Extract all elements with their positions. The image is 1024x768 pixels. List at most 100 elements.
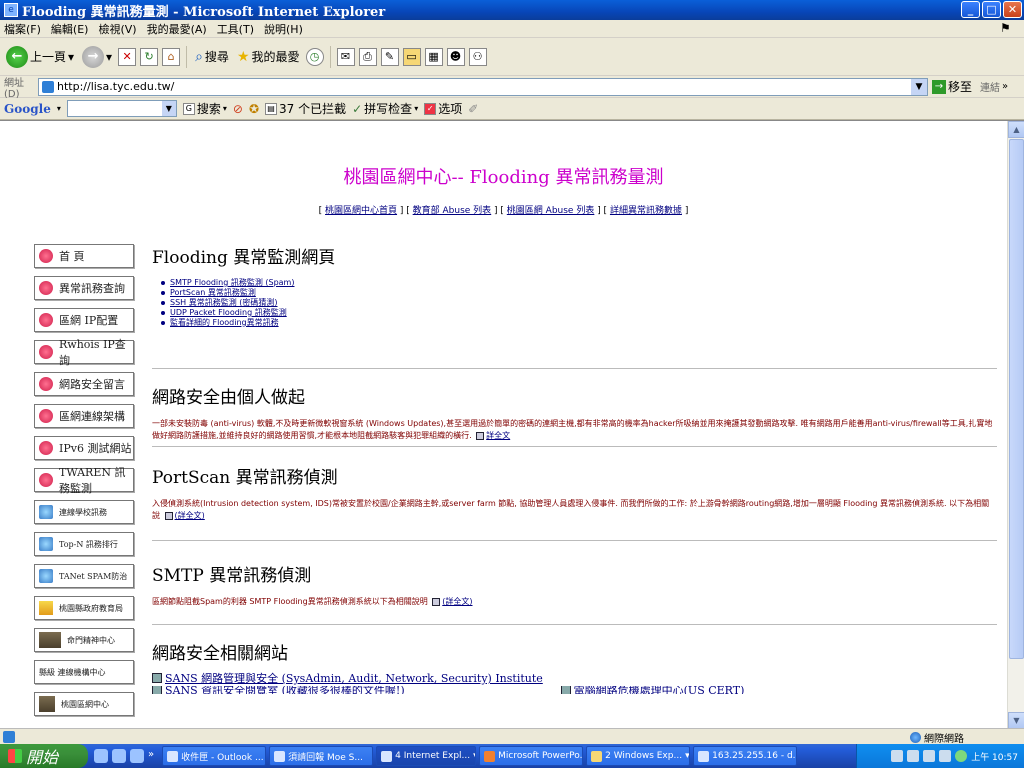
- list-item[interactable]: 監看詳細的 Flooding異常訊務: [161, 318, 997, 328]
- link-moe-abuse[interactable]: 教育部 Abuse 列表: [413, 206, 492, 216]
- network-icon[interactable]: [955, 750, 968, 762]
- task-ie[interactable]: 4 Internet Expl...▾: [376, 746, 477, 766]
- nav-abnormal-query[interactable]: 異常訊務查詢: [34, 276, 134, 300]
- list-link[interactable]: 監看詳細的 Flooding異常訊務: [170, 318, 279, 327]
- go-button[interactable]: → 移至: [932, 78, 972, 95]
- group-icon[interactable]: ⚇: [468, 47, 487, 66]
- portscan-more-link[interactable]: (詳全文): [175, 511, 205, 520]
- list-item[interactable]: UDP Packet Flooding 訊務監測: [161, 308, 997, 318]
- site-link-us-cert[interactable]: 電腦網路危機處理中心(US CERT): [574, 686, 745, 694]
- link-detail-data[interactable]: 詳細異常訊務數據: [610, 206, 682, 216]
- chevron-right-icon[interactable]: »: [1002, 81, 1008, 92]
- nav-rwhois[interactable]: Rwhois IP查詢: [34, 338, 134, 367]
- links-button[interactable]: 連結: [980, 79, 1000, 94]
- spellcheck-button[interactable]: ✓ 拼写检查 ▾: [352, 100, 418, 117]
- forward-button[interactable]: → ▾: [80, 45, 114, 68]
- task-explorer[interactable]: 2 Windows Exp... ▾: [586, 746, 691, 766]
- forward-dropdown-icon[interactable]: ▾: [106, 50, 112, 64]
- nav-center-1[interactable]: 命門精神中心: [34, 628, 134, 652]
- maximize-button[interactable]: □: [982, 1, 1001, 18]
- list-item[interactable]: SSH 異常訊務監測 (密碼猜測): [161, 298, 997, 308]
- google-search-dropdown-icon[interactable]: ▼: [161, 101, 176, 116]
- site-link-sans[interactable]: SANS 網路管理與安全 (SysAdmin, Audit, Network, …: [165, 670, 543, 686]
- messenger-icon[interactable]: ☻: [446, 47, 465, 66]
- refresh-icon[interactable]: ↻: [140, 47, 159, 66]
- google-search-button[interactable]: G 搜索 ▾: [182, 100, 227, 117]
- address-dropdown-icon[interactable]: ▼: [911, 78, 927, 95]
- list-item[interactable]: SANS 網路管理與安全 (SysAdmin, Audit, Network, …: [152, 670, 997, 686]
- menu-favorites[interactable]: 我的最愛(A): [147, 21, 207, 37]
- google-search-dropdown-icon[interactable]: ▾: [223, 104, 227, 113]
- menu-tools[interactable]: 工具(T): [217, 21, 254, 37]
- nav-center-3[interactable]: 桃園區網中心: [34, 692, 134, 716]
- close-button[interactable]: ✕: [1003, 1, 1022, 18]
- google-search-input[interactable]: ▼: [66, 100, 177, 117]
- list-link[interactable]: SMTP Flooding 訊務監測 (Spam): [170, 278, 294, 287]
- nav-security-board[interactable]: 網路安全留言: [34, 372, 134, 396]
- menu-help[interactable]: 說明(H): [264, 21, 303, 37]
- nav-topology[interactable]: 區網連線架構: [34, 404, 134, 428]
- tray-icon[interactable]: [891, 750, 904, 762]
- chevron-right-icon[interactable]: »: [148, 749, 154, 763]
- menu-view[interactable]: 檢視(V): [98, 21, 136, 37]
- scroll-down-icon[interactable]: ▼: [1008, 712, 1024, 729]
- nav-ipv6-test[interactable]: IPv6 測試網站: [34, 436, 134, 460]
- nav-county-edu[interactable]: 桃園縣政府教育局: [34, 596, 134, 620]
- home-icon[interactable]: ⌂: [162, 47, 181, 66]
- list-link[interactable]: PortScan 異常訊務監測: [170, 288, 256, 297]
- smtp-more-link[interactable]: (詳全文): [442, 597, 472, 606]
- folder-icon[interactable]: ▭: [402, 47, 421, 66]
- nav-ip-config[interactable]: 區網 IP配置: [34, 308, 134, 332]
- list-item[interactable]: SMTP Flooding 訊務監測 (Spam): [161, 278, 997, 288]
- nav-twaren[interactable]: TWAREN 訊務監測: [34, 466, 134, 495]
- menu-edit[interactable]: 編輯(E): [51, 21, 89, 37]
- address-input[interactable]: http://lisa.tyc.edu.tw/ ▼: [38, 77, 928, 96]
- quick-launch-icon[interactable]: [130, 749, 144, 763]
- research-icon[interactable]: ▦: [424, 47, 443, 66]
- tray-icon[interactable]: [923, 750, 936, 762]
- highlight-icon[interactable]: ✪: [249, 102, 259, 116]
- favorites-button[interactable]: ★ 我的最愛: [235, 48, 302, 65]
- edit-icon[interactable]: ✎: [380, 47, 399, 66]
- start-button[interactable]: 開始: [0, 744, 88, 768]
- window-title-bar[interactable]: e Flooding 異常訊務量測 - Microsoft Internet E…: [0, 0, 1024, 20]
- spellcheck-dropdown-icon[interactable]: ▾: [414, 104, 418, 113]
- back-dropdown-icon[interactable]: ▾: [68, 50, 74, 64]
- list-item[interactable]: PortScan 異常訊務監測: [161, 288, 997, 298]
- link-tyc-abuse[interactable]: 桃園區網 Abuse 列表: [507, 206, 595, 216]
- tray-icon[interactable]: [939, 750, 952, 762]
- nav-topn[interactable]: Top-N 訊務排行: [34, 532, 134, 556]
- scroll-thumb[interactable]: [1009, 139, 1024, 659]
- menu-file[interactable]: 檔案(F): [4, 21, 41, 37]
- print-icon[interactable]: ⎙: [358, 47, 377, 66]
- pencil-icon[interactable]: ✐: [468, 102, 478, 116]
- google-options-button[interactable]: ✓ 选项: [424, 100, 462, 117]
- link-home[interactable]: 桃園區網中心首頁: [325, 206, 397, 216]
- task-outlook[interactable]: 收件匣 - Outlook ...: [162, 746, 267, 766]
- clock[interactable]: 上午 10:57: [971, 750, 1018, 763]
- nav-center-2[interactable]: 縣級 連線機構中心: [34, 660, 134, 684]
- pagerank-icon[interactable]: ⊘: [233, 102, 243, 116]
- task-moe[interactable]: 須請回報 Moe S...: [269, 746, 374, 766]
- tray-icon[interactable]: [907, 750, 920, 762]
- list-link[interactable]: SSH 異常訊務監測 (密碼猜測): [170, 298, 278, 307]
- quick-launch-icon[interactable]: [112, 749, 126, 763]
- history-icon[interactable]: ◷: [305, 47, 324, 66]
- stop-icon[interactable]: ✕: [118, 47, 137, 66]
- google-menu-dropdown-icon[interactable]: ▾: [57, 104, 61, 113]
- nav-tanet-spam[interactable]: TANet SPAM防治: [34, 564, 134, 588]
- search-button[interactable]: ⌕ 搜尋: [193, 48, 231, 65]
- google-logo[interactable]: Google: [4, 102, 51, 116]
- quick-launch-icon[interactable]: [94, 749, 108, 763]
- back-button[interactable]: ← 上一頁 ▾: [4, 45, 76, 68]
- site-link-sans-reading-room[interactable]: SANS 資訊安全閱覽室 (收藏很多很棒的文件喔!): [165, 686, 405, 694]
- nav-school-traffic[interactable]: 連線學校訊務: [34, 500, 134, 524]
- list-item[interactable]: SANS 資訊安全閱覽室 (收藏很多很棒的文件喔!) 電腦網路危機處理中心(US…: [152, 686, 997, 694]
- nav-home[interactable]: 首 頁: [34, 244, 134, 268]
- security-more-link[interactable]: 詳全文: [486, 431, 510, 440]
- popup-blocker-button[interactable]: ▤ 37 个已拦截: [265, 100, 346, 117]
- vertical-scrollbar[interactable]: ▲ ▼: [1007, 121, 1024, 729]
- task-remote[interactable]: 163.25.255.16 - d...: [693, 746, 798, 766]
- list-link[interactable]: UDP Packet Flooding 訊務監測: [170, 308, 287, 317]
- scroll-up-icon[interactable]: ▲: [1008, 121, 1024, 138]
